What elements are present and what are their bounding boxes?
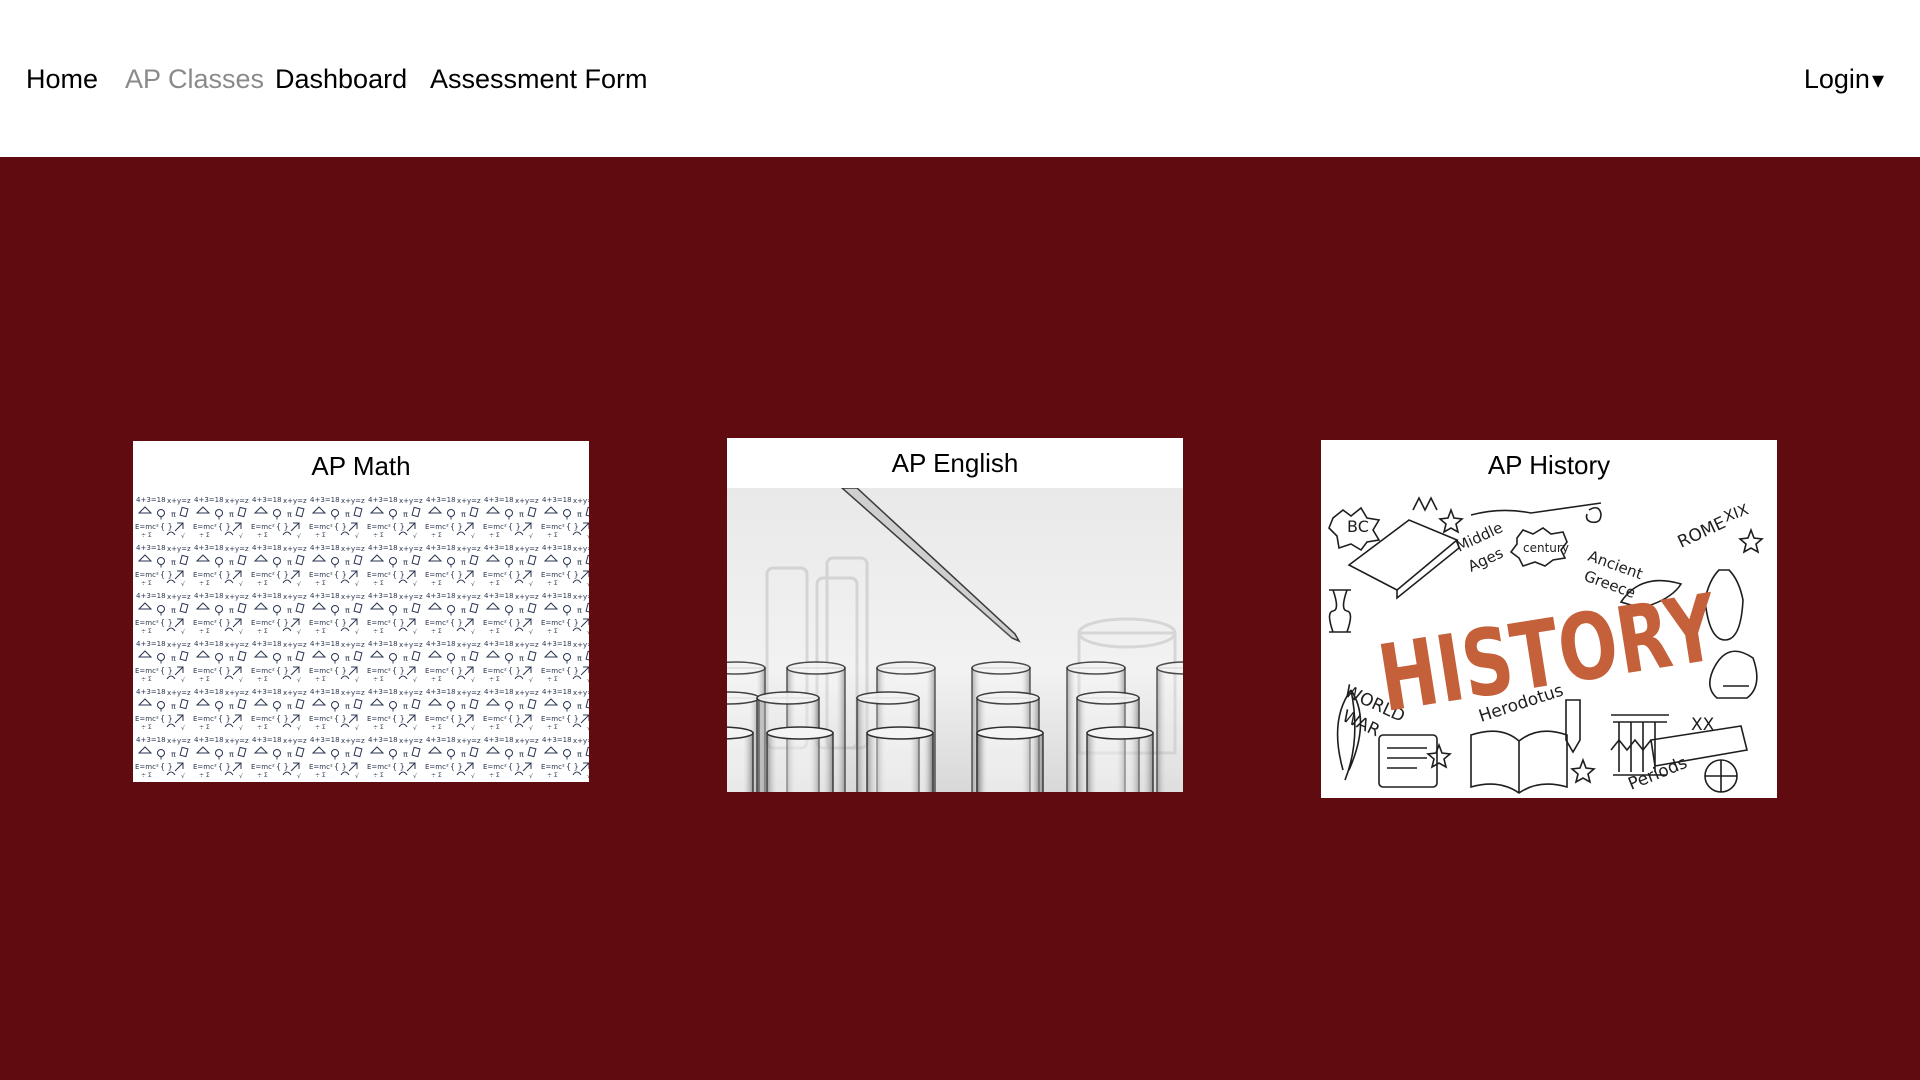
card-title: AP History [1487,450,1611,480]
login-label: Login [1803,64,1870,94]
card-ap-math[interactable]: AP Math 4+3=18 x+y=z π E=mc² { } ÷ Σ √ [133,441,589,782]
top-navbar: Home AP Classes Dashboard Assessment For… [0,0,1920,157]
svg-text:XX: XX [1691,715,1715,735]
history-doodle-image: BC century Middle Ages Ancient Greece RO… [1321,490,1777,798]
test-tubes-image [727,488,1183,792]
card-ap-history[interactable]: AP History BC century Middle Ages Ancien… [1321,440,1777,798]
svg-text:BC: BC [1347,517,1369,536]
login-dropdown[interactable]: Login▾ [1804,60,1884,100]
nav-ap-classes-link[interactable]: AP Classes [125,60,264,98]
math-doodle-image: 4+3=18 x+y=z π E=mc² { } ÷ Σ √ [133,491,589,782]
nav-home-link[interactable]: Home [26,60,98,98]
card-title: AP Math [311,451,411,481]
nav-assessment-form-link[interactable]: Assessment Form [430,60,648,98]
card-title: AP English [891,448,1019,478]
caret-down-icon: ▾ [1871,67,1884,94]
svg-text:century: century [1523,541,1569,555]
nav-dashboard-link[interactable]: Dashboard [275,60,407,98]
card-ap-english[interactable]: AP English [727,438,1183,792]
